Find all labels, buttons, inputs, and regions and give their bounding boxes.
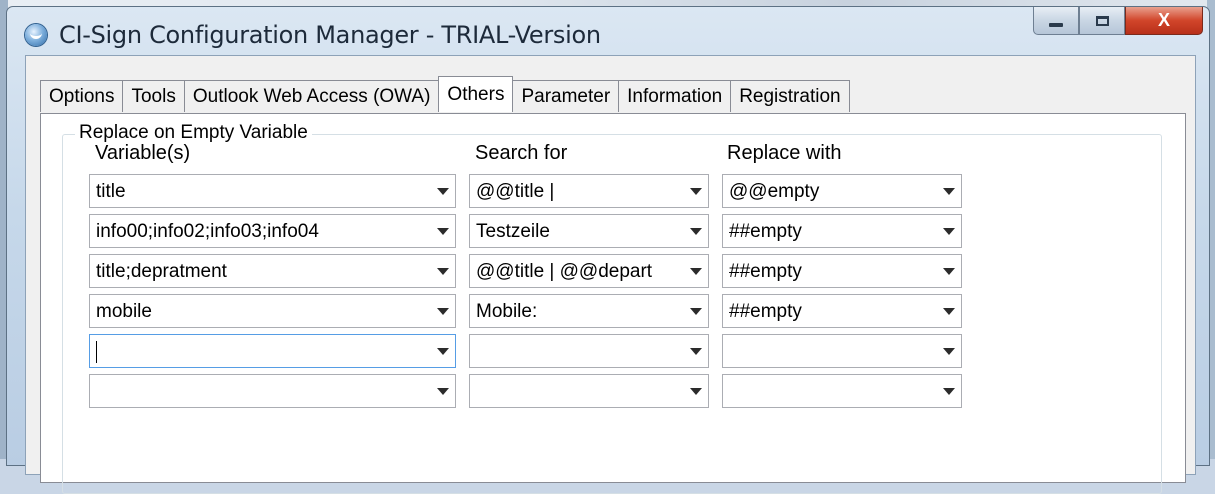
replace-with-value: ##empty (729, 261, 802, 282)
chevron-down-icon (690, 308, 702, 315)
title-bar[interactable]: CI-Sign Configuration Manager - TRIAL-Ve… (7, 7, 1209, 55)
minimize-button[interactable] (1033, 7, 1079, 35)
close-button[interactable]: X (1125, 7, 1203, 35)
search-for-value: Testzeile (476, 221, 550, 242)
maximize-button[interactable] (1079, 7, 1125, 35)
search-for-combo[interactable] (469, 334, 709, 368)
window-title: CI-Sign Configuration Manager - TRIAL-Ve… (59, 21, 601, 49)
variables-value: title;depratment (96, 261, 227, 282)
search-for-combo[interactable]: @@title | @@depart (469, 254, 709, 288)
tab-others[interactable]: Others (438, 76, 514, 112)
maximize-icon (1095, 15, 1109, 26)
variables-combo[interactable] (89, 374, 456, 408)
chevron-down-icon (943, 228, 955, 235)
chevron-down-icon (690, 348, 702, 355)
column-header-variables: Variable(s) (95, 142, 191, 164)
app-logo-icon (25, 24, 47, 46)
replace-with-combo[interactable]: ##empty (722, 294, 962, 328)
replace-with-value: ##empty (729, 301, 802, 322)
replace-with-combo[interactable]: ##empty (722, 214, 962, 248)
search-for-combo[interactable]: @@title | (469, 174, 709, 208)
chevron-down-icon (437, 348, 449, 355)
search-for-value: @@title | (476, 181, 555, 202)
replace-with-value: ##empty (729, 221, 802, 242)
variables-value: title (96, 181, 126, 202)
column-header-replace: Replace with (727, 142, 842, 164)
tab-tools[interactable]: Tools (122, 80, 185, 112)
tab-strip: Options Tools Outlook Web Access (OWA) O… (40, 76, 850, 112)
tab-panel-others: Replace on Empty Variable Variable(s) Se… (40, 113, 1186, 494)
chevron-down-icon (437, 228, 449, 235)
group-title: Replace on Empty Variable (75, 122, 312, 144)
variables-combo[interactable]: info00;info02;info03;info04 (89, 214, 456, 248)
chevron-down-icon (943, 308, 955, 315)
minimize-icon (1049, 22, 1063, 27)
chevron-down-icon (437, 308, 449, 315)
chevron-down-icon (943, 188, 955, 195)
tab-information[interactable]: Information (618, 80, 732, 112)
text-caret (96, 341, 97, 363)
close-icon: X (1157, 10, 1170, 30)
tab-owa[interactable]: Outlook Web Access (OWA) (183, 80, 440, 112)
replace-with-combo[interactable] (722, 334, 962, 368)
chevron-down-icon (943, 388, 955, 395)
chevron-down-icon (943, 348, 955, 355)
client-area: Options Tools Outlook Web Access (OWA) O… (25, 55, 1196, 494)
variables-combo[interactable]: title;depratment (89, 254, 456, 288)
search-for-value: Mobile: (476, 301, 538, 322)
search-for-combo[interactable]: Mobile: (469, 294, 709, 328)
tab-options[interactable]: Options (40, 80, 124, 112)
column-header-search: Search for (475, 142, 568, 164)
variables-value: mobile (96, 301, 152, 322)
replace-with-combo[interactable]: @@empty (722, 174, 962, 208)
chevron-down-icon (690, 228, 702, 235)
tab-parameter[interactable]: Parameter (512, 80, 620, 112)
chevron-down-icon (437, 388, 449, 395)
chevron-down-icon (690, 188, 702, 195)
chevron-down-icon (437, 268, 449, 275)
variables-combo[interactable]: mobile (89, 294, 456, 328)
replace-with-combo[interactable] (722, 374, 962, 408)
chevron-down-icon (690, 268, 702, 275)
chevron-down-icon (690, 388, 702, 395)
chevron-down-icon (943, 268, 955, 275)
app-window: CI-Sign Configuration Manager - TRIAL-Ve… (6, 6, 1210, 494)
variables-combo[interactable]: title (89, 174, 456, 208)
chevron-down-icon (437, 188, 449, 195)
variables-value: info00;info02;info03;info04 (96, 221, 319, 242)
caption-buttons: X (1033, 7, 1203, 39)
search-for-combo[interactable] (469, 374, 709, 408)
search-for-combo[interactable]: Testzeile (469, 214, 709, 248)
variables-combo[interactable] (89, 334, 456, 368)
replace-with-combo[interactable]: ##empty (722, 254, 962, 288)
tab-registration[interactable]: Registration (730, 80, 850, 112)
search-for-value: @@title | @@depart (476, 261, 653, 282)
replace-with-value: @@empty (729, 181, 820, 202)
